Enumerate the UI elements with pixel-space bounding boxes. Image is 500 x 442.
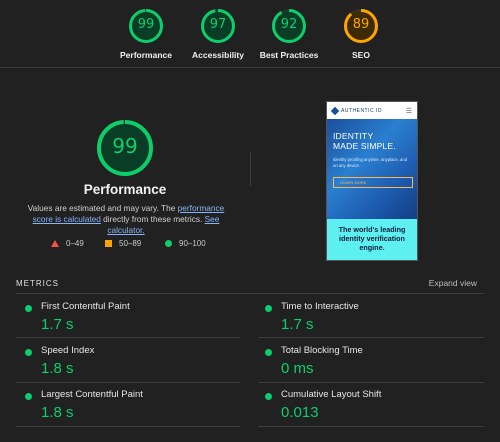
gauge-accessibility[interactable]: 97 Accessibility [178,8,258,60]
metric-name: Speed Index [41,345,95,356]
gauge-best-practices[interactable]: 92 Best Practices [249,8,329,60]
pass-circle-icon [25,393,32,400]
learn-more-button: LEARN MORE [333,177,413,188]
category-summary-bar: 99 Performance 97 Accessibility 92 Best … [0,0,500,68]
divider [16,337,240,338]
metric-name: First Contentful Paint [41,301,130,312]
gauge-score: 97 [209,17,227,32]
banner-line-2: identity verification [339,234,405,243]
pass-circle-icon [265,349,272,356]
section-divider [250,152,251,186]
metric-value: 1.7 s [281,316,314,333]
expand-view-toggle[interactable]: Expand view [429,278,477,288]
gauge-label: Performance [120,50,172,60]
desc-text: Values are estimated and may vary. The [27,203,178,213]
screenshot-hero: IDENTITY MADE SIMPLE. Identity proofing … [327,119,417,219]
metric-value: 1.7 s [41,316,74,333]
circle-icon [165,240,172,247]
brand-logo-icon [330,106,340,115]
metric-name: Time to Interactive [281,301,359,312]
metric-name: Largest Contentful Paint [41,389,143,400]
gauge-score: 89 [352,17,370,32]
metric-name: Cumulative Layout Shift [281,389,382,400]
divider [16,382,240,383]
performance-score: 99 [112,134,138,158]
divider [258,382,484,383]
divider [258,337,484,338]
metrics-header: METRICS [16,279,59,288]
square-icon [105,240,112,247]
pass-circle-icon [265,393,272,400]
legend-average: 50–89 [105,239,141,248]
metric-value: 1.8 s [41,404,74,421]
hero-heading-line-1: IDENTITY [333,131,374,141]
screenshot-header: AUTHENTIC ID ☰ [327,102,417,119]
hamburger-menu-icon: ☰ [405,107,412,115]
gauge-label: SEO [352,50,370,60]
legend-pass: 90–100 [165,239,206,248]
pass-circle-icon [25,349,32,356]
performance-title: Performance [83,182,167,197]
metric-name: Total Blocking Time [281,345,363,356]
legend-fail-label: 0–49 [66,239,84,248]
pass-circle-icon [25,305,32,312]
legend-fail: 0–49 [51,239,84,248]
gauge-label: Accessibility [192,50,244,60]
hero-heading-line-2: MADE SIMPLE. [333,141,396,151]
gauge-performance[interactable]: 99 Performance [106,8,186,60]
desc-text: directly from these metrics. [100,214,205,224]
divider [16,426,240,427]
gauge-seo[interactable]: 89 SEO [321,8,401,60]
gauge-label: Best Practices [259,50,319,60]
banner-line-3: engine. [359,243,385,252]
hero-body: Identity proofing anytime, anyplace, and… [333,157,408,168]
legend-average-label: 50–89 [119,239,142,248]
metric-value: 0.013 [281,404,319,421]
gauge-score: 99 [137,17,155,32]
pass-circle-icon [265,305,272,312]
metric-value: 1.8 s [41,360,74,377]
performance-description: Values are estimated and may vary. The p… [22,203,230,236]
screenshot-banner: The world's leading identity verificatio… [327,219,417,260]
triangle-icon [51,240,59,247]
screenshot-brand: AUTHENTIC ID [341,107,382,114]
gauge-score: 92 [280,17,298,32]
final-screenshot[interactable]: AUTHENTIC ID ☰ IDENTITY MADE SIMPLE. Ide… [326,101,418,261]
metric-value: 0 ms [281,360,314,377]
divider [258,426,484,427]
banner-line-1: The world's leading [338,225,406,234]
legend-pass-label: 90–100 [179,239,206,248]
divider [16,293,484,294]
